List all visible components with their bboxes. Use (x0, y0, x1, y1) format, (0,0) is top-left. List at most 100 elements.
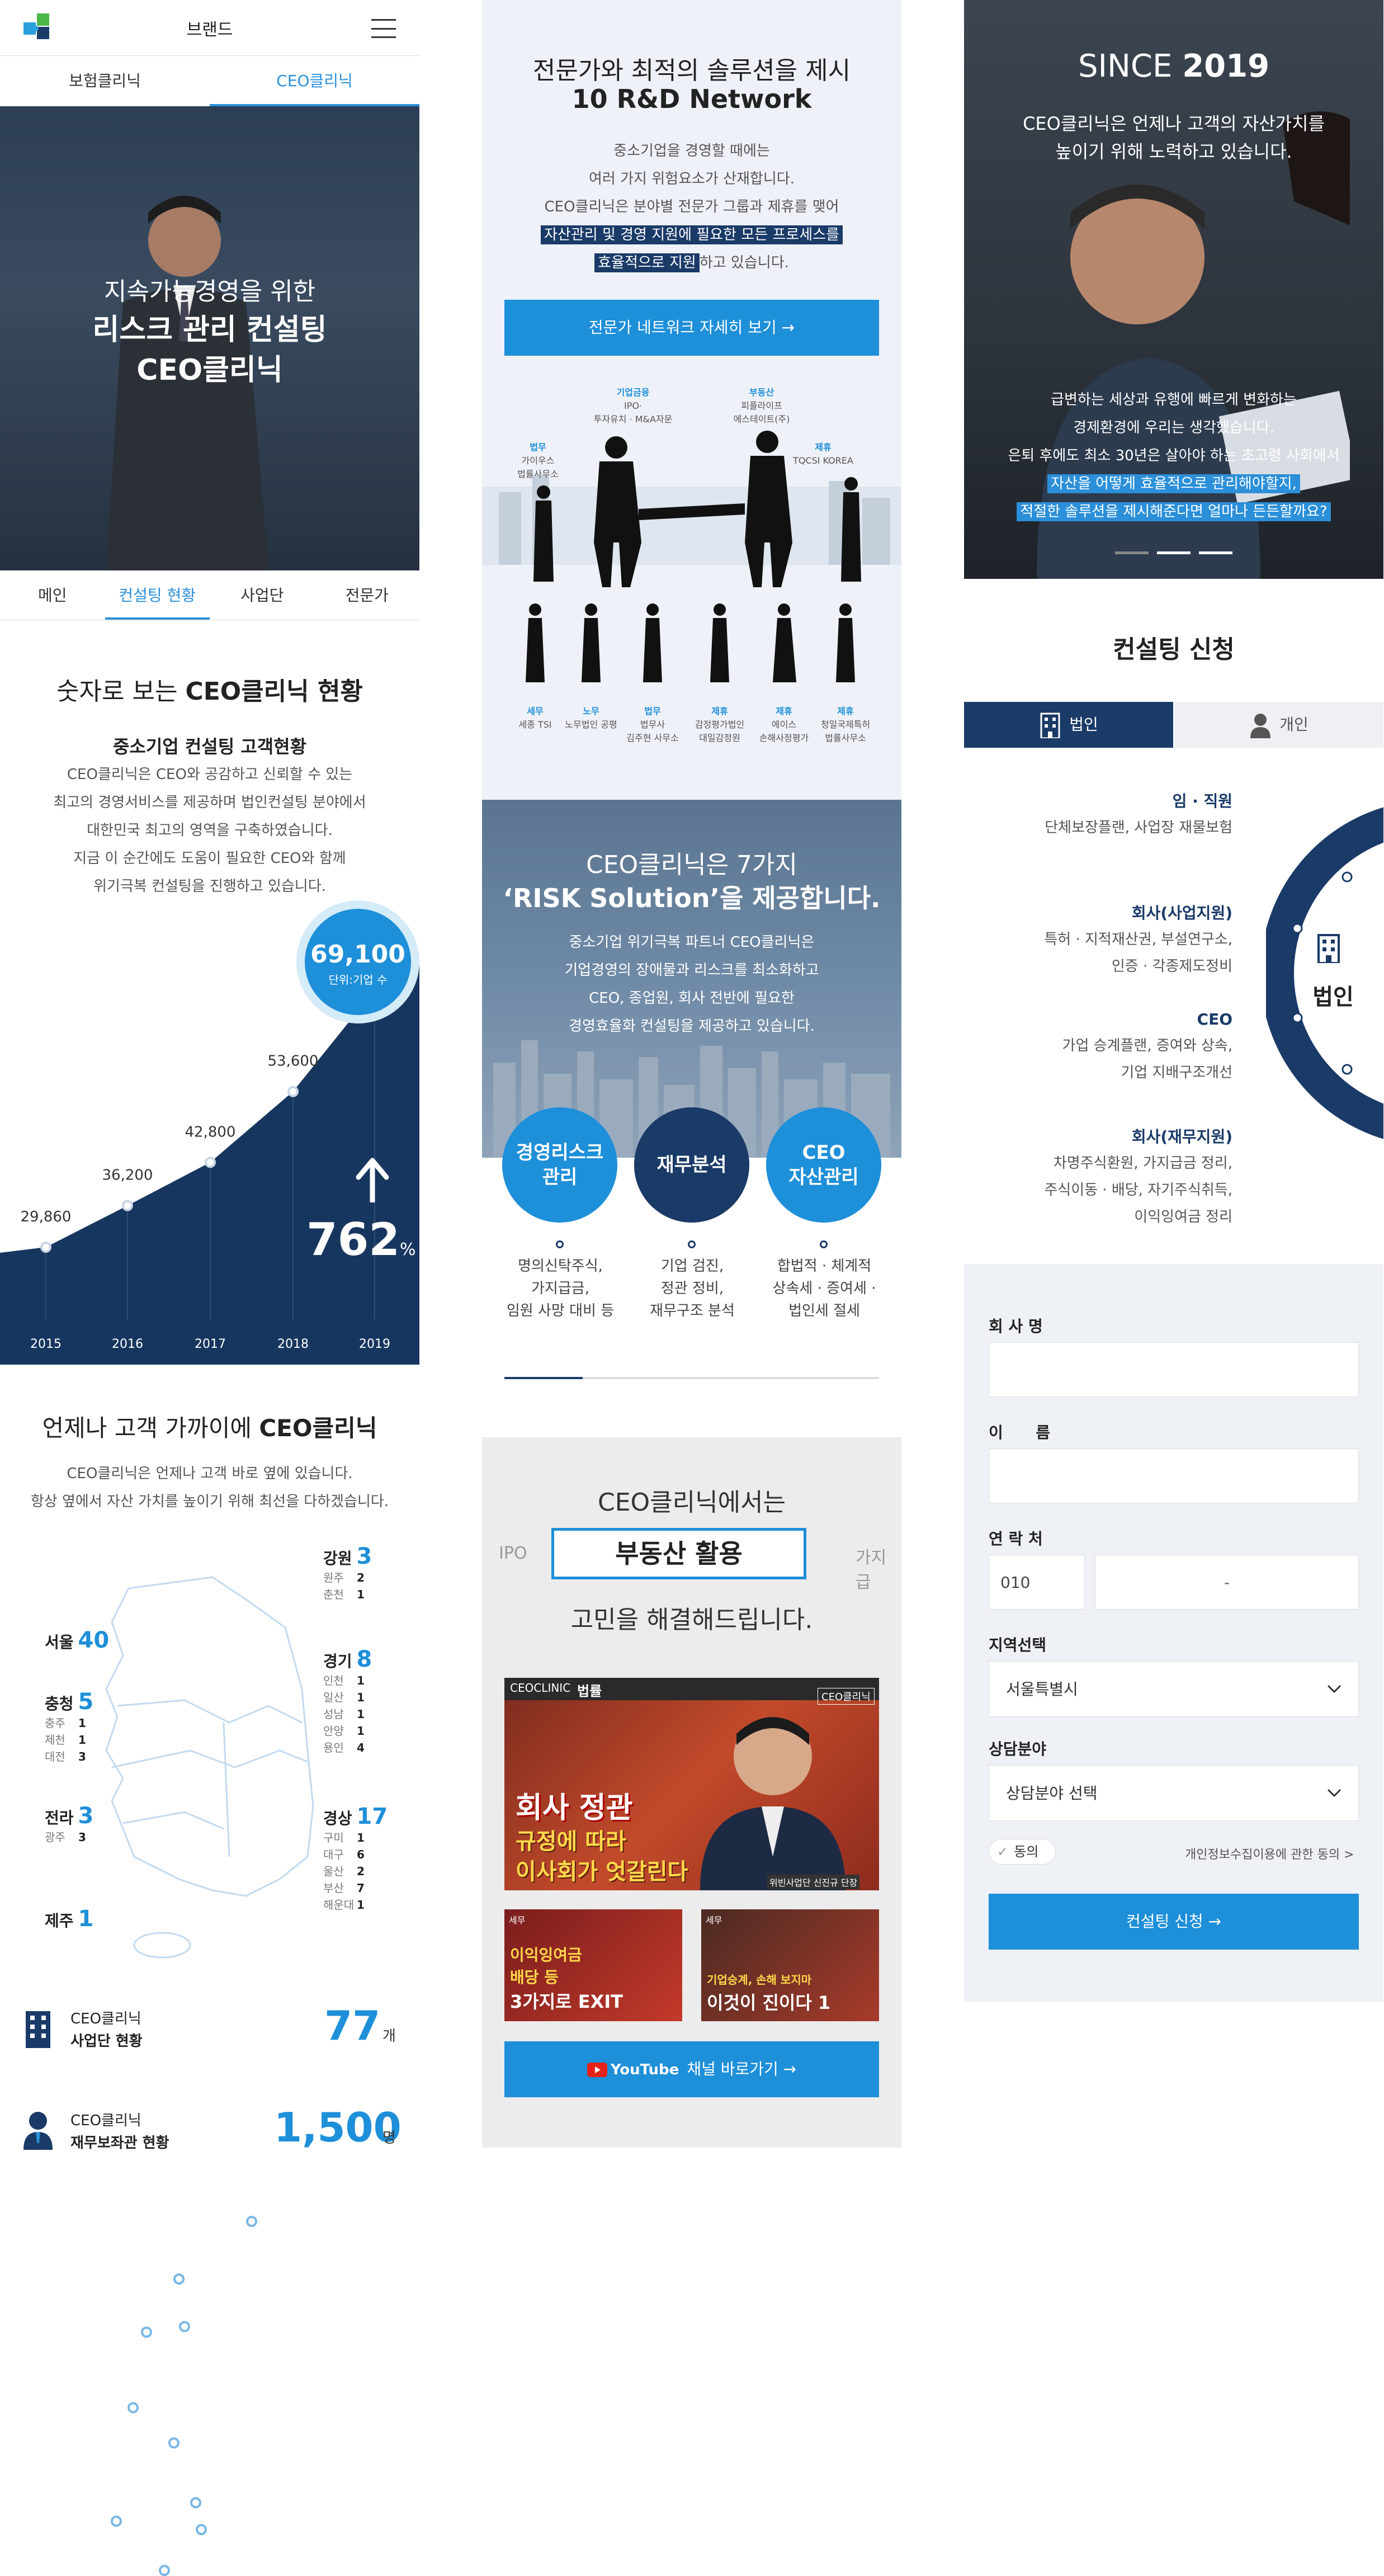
region-sub-item: 대전 3 (45, 1748, 93, 1765)
chart-x-tick: 2018 (277, 1337, 309, 1351)
hero-line2: 리스크 관리 컨설팅 (92, 313, 327, 347)
name-label: 이 름 (989, 1423, 1051, 1442)
region-count: 17 (356, 1804, 388, 1829)
risk-circle-management[interactable]: 경영리스크 관리 (502, 1107, 617, 1223)
advisor-unit: 명 (382, 2130, 396, 2146)
region-sub-item: 춘천 1 (323, 1586, 372, 1603)
app-header: 브랜드 (0, 0, 419, 56)
region-sub-name: 춘천 (323, 1588, 344, 1601)
region-name: 강원 (323, 1549, 352, 1568)
region-select[interactable]: 서울특별시 (989, 1661, 1359, 1717)
tab-main[interactable]: 메인 (0, 570, 105, 620)
circle-label1: 경영리스크 (516, 1141, 604, 1164)
service-line: 차명주식환원, 가지급금 정리, (1053, 1155, 1232, 1172)
risk-circle-finance[interactable]: 재무분석 (634, 1107, 749, 1223)
region-sub-name: 제천 (45, 1733, 65, 1747)
map-marker (111, 2516, 122, 2527)
field-label: 상담분야 (989, 1740, 1047, 1758)
building-icon (1040, 713, 1060, 739)
agree-checkbox[interactable]: ✓ 동의 (989, 1839, 1056, 1865)
phone-prefix-input[interactable]: 010 (989, 1555, 1085, 1610)
video-thumbnail-1[interactable]: 세무 이익잉여금 배당 등 3가지로 EXIT (504, 1909, 682, 2021)
featured-video[interactable]: CEOCLINIC 법률 CEO클리닉 회사 정관 규정에 따라 이사회가 엇갈… (504, 1678, 879, 1890)
hamburger-menu-icon[interactable] (371, 19, 396, 38)
region-count: 3 (78, 1803, 94, 1829)
risk-circle-ceo-asset[interactable]: CEO 자산관리 (766, 1107, 881, 1223)
partner-label: 법무 가이우스 법률사무소 (493, 441, 583, 481)
expert-network-button[interactable]: 전문가 네트워크 자세히 보기 → (504, 300, 879, 356)
thumb-tag: 세무 (509, 1915, 526, 1926)
since-body: 급변하는 세상과 유행에 빠르게 변화하는 경제환경에 우리는 생각했습니다. … (964, 386, 1383, 526)
service-item: 회사(사업지원) 특허 · 지적재산권, 부설연구소, 인증 · 각종제도정비 (964, 900, 1232, 980)
partner-category: 제휴 (815, 442, 832, 452)
summary-line1: CEO클리닉 (70, 2011, 141, 2027)
network-desc-line: 중소기업을 경영할 때에는 (613, 143, 770, 159)
carousel-indicator[interactable] (1115, 551, 1149, 554)
partner-name: 법률사무소 (825, 733, 866, 743)
map-marker (173, 2273, 185, 2285)
phone-number-input[interactable]: - (1095, 1555, 1359, 1610)
since-desc-line: CEO클리닉은 언제나 고객의 자산가치를 (1023, 113, 1325, 134)
near-title-pre: 언제나 고객 가까이에 (42, 1414, 259, 1442)
growth-unit: % (400, 1240, 416, 1259)
near-desc-line: CEO클리닉은 언제나 고객 바로 옆에 있습니다. (67, 1465, 353, 1482)
service-line: 인증 · 각종제도정비 (1111, 958, 1232, 975)
region-sub-count: 1 (357, 1724, 365, 1738)
partner-name: 청일국제특허 (820, 719, 871, 730)
network-title1: 전문가와 최적의 솔루션을 제시 (532, 56, 851, 85)
region-heading: 제주 1 (45, 1906, 93, 1932)
region-sub-item: 성남 1 (323, 1706, 372, 1723)
region-count: 5 (78, 1689, 94, 1715)
risk-desc-line: 경영효율화 컨설팅을 제공하고 있습니다. (569, 1018, 815, 1035)
consulting-submit-button[interactable]: 컨설팅 신청 → (989, 1894, 1359, 1950)
region-3: 충청 5 충주 1 제천 1 대전 3 (45, 1689, 93, 1765)
partner-name: 김주현 사무소 (626, 733, 679, 743)
region-sub-name: 울산 (323, 1865, 344, 1878)
service-item: 회사(재무지원) 차명주식환원, 가지급금 정리, 주식이동 · 배당, 자기주식취… (964, 1124, 1232, 1230)
region-sub-name: 대전 (45, 1750, 65, 1763)
company-input[interactable] (989, 1342, 1359, 1397)
name-input[interactable] (989, 1449, 1359, 1503)
chart-point (205, 1157, 216, 1168)
tab-personal-label: 개인 (1279, 715, 1309, 734)
tab-experts[interactable]: 전문가 (315, 570, 420, 620)
carousel-indicator[interactable] (1199, 551, 1232, 554)
region-sub-count: 2 (357, 1571, 365, 1584)
youtube-channel-button[interactable]: YouTube 채널 바로가기 → (504, 2041, 879, 2097)
region-heading: 경상 17 (323, 1804, 388, 1829)
map-marker (127, 2402, 139, 2413)
tab-corporate[interactable]: 법인 (964, 702, 1173, 748)
column-network: 전문가와 최적의 솔루션을 제시 10 R&D Network 중소기업을 경영… (482, 0, 901, 2206)
region-2: 경기 8 인천 1 일산 1 성남 1 안양 1 용인 4 (323, 1646, 372, 1756)
chart-value-label: 53,600 (268, 1053, 319, 1070)
region-sub-item: 해운대 1 (323, 1896, 388, 1913)
partner-category: 부동산 (749, 387, 774, 398)
partner-name: TQCSI KOREA (793, 455, 853, 466)
since-banner: SINCE 2019 CEO클리닉은 언제나 고객의 자산가치를 높이기 위해 노… (964, 0, 1383, 579)
tab-consulting-status[interactable]: 컨설팅 현황 (105, 570, 210, 620)
video-title2: 규정에 따라 (516, 1829, 626, 1855)
network-description: 중소기업을 경영할 때에는 여러 가지 위험요소가 산재합니다. CEO클리닉은… (482, 137, 901, 277)
region-sub-count: 1 (357, 1674, 365, 1687)
region-sub-item: 부산 7 (323, 1880, 388, 1896)
field-select-value: 상담분야 선택 (1006, 1784, 1098, 1803)
video-thumbnail-2[interactable]: 세무 기업승계, 손해 보지마 이것이 진이다 1 (701, 1909, 879, 2021)
puzzle-logo-icon[interactable] (21, 10, 57, 46)
carousel-progress-track[interactable] (504, 1377, 879, 1379)
region-sub-name: 충주 (45, 1716, 65, 1730)
tab-personal[interactable]: 개인 (1174, 702, 1383, 748)
region-sub-count: 1 (357, 1898, 365, 1912)
tab-ceo-clinic[interactable]: CEO클리닉 (210, 56, 419, 106)
region-sub-name: 일산 (323, 1691, 344, 1704)
circle-label1: CEO (802, 1141, 845, 1164)
service-line: 기업 지배구조개선 (1121, 1064, 1232, 1081)
carousel-indicator-active[interactable] (1157, 551, 1191, 554)
service-title: 회사(사업지원) (1131, 904, 1232, 922)
tab-insurance-clinic[interactable]: 보험클리닉 (0, 56, 210, 106)
advisor-status-label: CEO클리닉 재무보좌관 현황 (70, 2110, 169, 2154)
circle-connector-dot (688, 1240, 696, 1248)
tab-division[interactable]: 사업단 (210, 570, 315, 620)
field-select[interactable]: 상담분야 선택 (989, 1765, 1359, 1821)
privacy-policy-link[interactable]: 개인정보수집이용에 관한 동의 > (1185, 1844, 1354, 1862)
video-caption: 위빈사업단 신진규 단장 (767, 1875, 860, 1889)
